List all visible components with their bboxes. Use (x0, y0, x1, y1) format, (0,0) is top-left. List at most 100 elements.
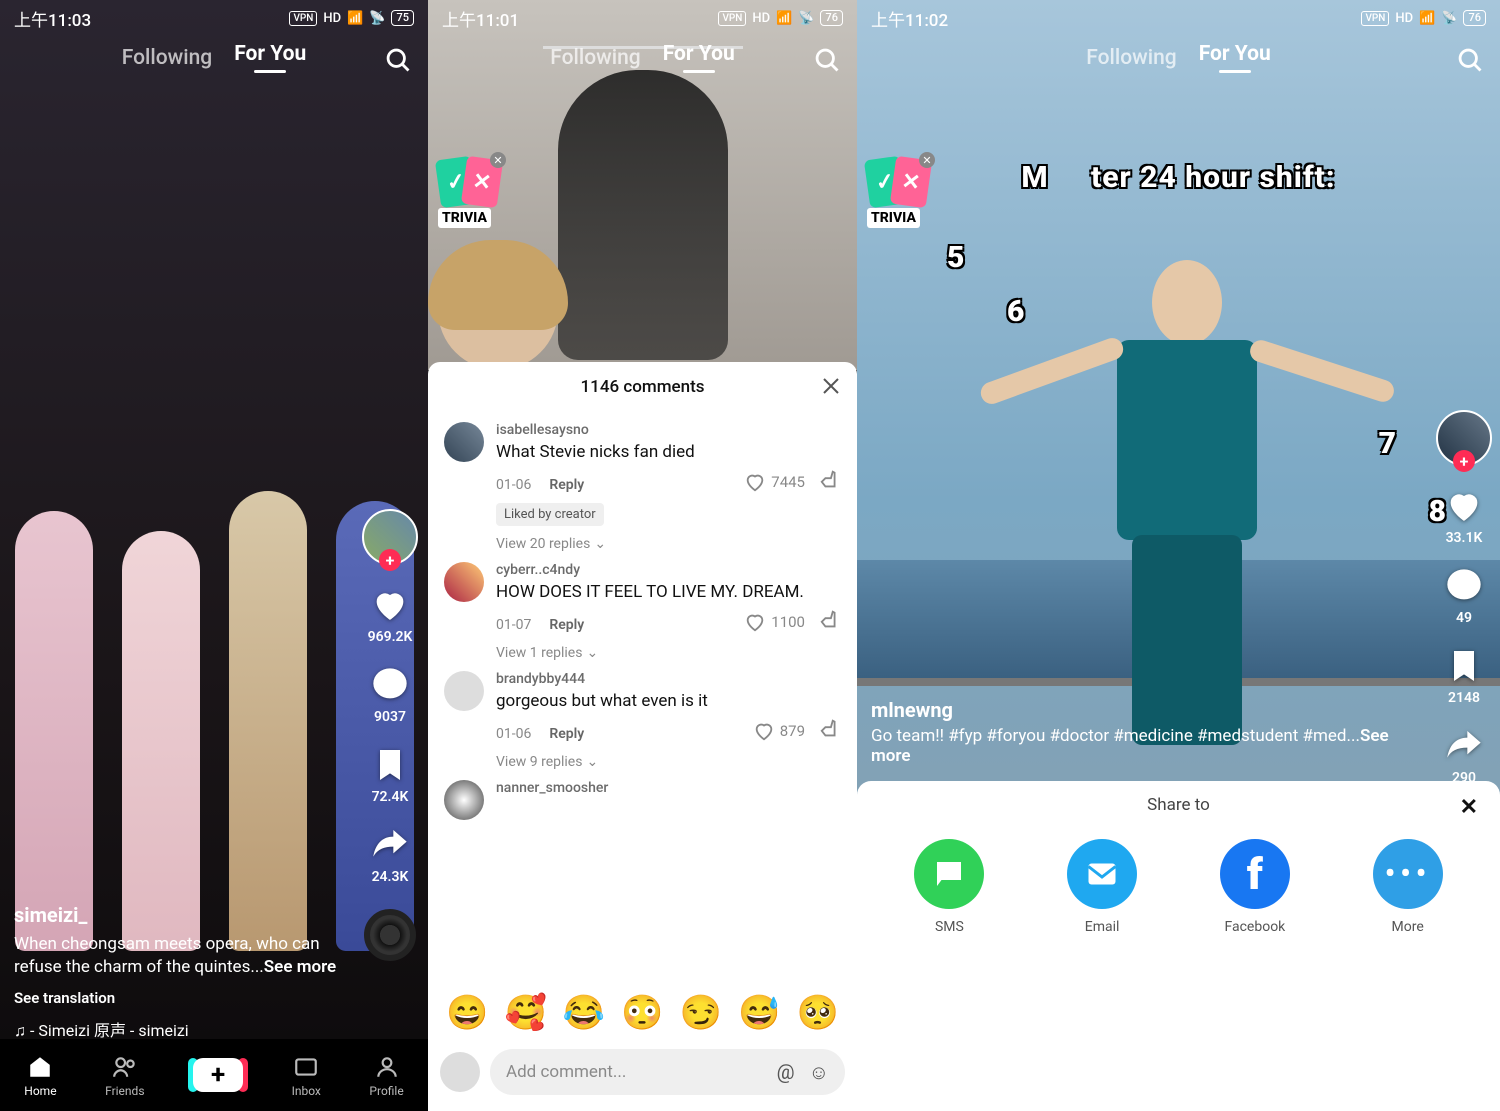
username[interactable]: mlnewng (871, 698, 1400, 722)
share-button[interactable]: 24.3K (368, 823, 412, 885)
comment-dislike-button[interactable] (819, 609, 841, 635)
follow-plus-icon[interactable]: + (379, 549, 401, 571)
commenter-avatar[interactable] (444, 780, 484, 820)
bookmark-icon (1442, 644, 1486, 688)
emoji-option[interactable]: 🥰 (504, 993, 546, 1033)
like-button[interactable]: 33.1K (1442, 484, 1486, 546)
close-icon[interactable]: ✕ (1460, 795, 1478, 820)
mention-icon[interactable]: @ (777, 1060, 795, 1085)
more-icon: ••• (1373, 839, 1443, 909)
bottom-nav: Home Friends + Inbox Profile (0, 1039, 428, 1111)
search-icon[interactable] (1456, 46, 1484, 78)
comment-button[interactable]: 9037 (368, 663, 412, 725)
status-bar: 上午11:03 VPN HD 📶 📡 75 (0, 0, 428, 36)
commenter-avatar[interactable] (444, 562, 484, 602)
commenter-avatar[interactable] (444, 671, 484, 711)
view-replies[interactable]: View 1 replies ⌄ (496, 645, 841, 661)
commenter-username[interactable]: brandybby444 (496, 671, 841, 687)
signal-icon: 📶 (1419, 11, 1435, 26)
vpn-icon: VPN (718, 11, 746, 26)
nav-home[interactable]: Home (24, 1053, 56, 1098)
comment-date: 01-06 (496, 726, 531, 742)
tab-for-you[interactable]: For You (663, 42, 735, 73)
phone-screen-c: 上午11:02 VPN HD 📶 📡 76 Following For You … (857, 0, 1500, 1111)
view-replies[interactable]: View 20 replies ⌄ (496, 536, 841, 552)
save-button[interactable]: 72.4K (368, 743, 412, 805)
tab-following[interactable]: Following (122, 46, 212, 70)
self-avatar[interactable] (440, 1052, 480, 1092)
share-option-email[interactable]: Email (1067, 839, 1137, 935)
comment-item: nanner_smoosher (428, 770, 857, 820)
nav-friends[interactable]: Friends (105, 1053, 144, 1098)
save-count: 2148 (1448, 690, 1480, 706)
search-icon[interactable] (384, 46, 412, 78)
comment-button[interactable]: 49 (1442, 564, 1486, 626)
friends-icon (111, 1053, 139, 1081)
reply-button[interactable]: Reply (549, 617, 584, 633)
wifi-icon: 📡 (369, 11, 385, 26)
emoji-picker-icon[interactable]: ☺ (809, 1060, 829, 1085)
emoji-option[interactable]: 😏 (680, 993, 722, 1033)
comment-text: What Stevie nicks fan died (496, 441, 841, 463)
username[interactable]: simeizi_ (14, 903, 338, 927)
share-count: 24.3K (372, 869, 409, 885)
home-icon (26, 1053, 54, 1081)
creator-avatar[interactable]: + (1436, 410, 1492, 466)
trivia-close-icon[interactable]: ✕ (490, 152, 506, 168)
emoji-option[interactable]: 😳 (621, 993, 663, 1033)
tab-following[interactable]: Following (1086, 46, 1176, 70)
see-translation[interactable]: See translation (14, 989, 338, 1007)
emoji-option[interactable]: 😅 (738, 993, 780, 1033)
person (438, 250, 558, 370)
comment-like-button[interactable]: 1100 (744, 611, 805, 633)
emoji-option[interactable]: 😂 (563, 993, 605, 1033)
comment-dislike-button[interactable] (819, 469, 841, 495)
caption-text: Go team!! #fyp #foryou #doctor #medicine… (871, 726, 1400, 766)
tab-for-you[interactable]: For You (1199, 42, 1271, 73)
trivia-close-icon[interactable]: ✕ (919, 152, 935, 168)
comment-item: isabellesaysno What Stevie nicks fan die… (428, 412, 857, 552)
view-replies[interactable]: View 9 replies ⌄ (496, 754, 841, 770)
like-button[interactable]: 969.2K (368, 583, 413, 645)
nav-create[interactable]: + (193, 1058, 243, 1092)
music-track[interactable]: ♫ - Simeizi 原声 - simeizi (14, 1017, 338, 1041)
comment-like-button[interactable]: 879 (753, 720, 805, 742)
hd-icon: HD (1395, 11, 1413, 26)
comment-dislike-button[interactable] (819, 718, 841, 744)
share-option-sms[interactable]: SMS (914, 839, 984, 935)
commenter-avatar[interactable] (444, 422, 484, 462)
commenter-username[interactable]: nanner_smoosher (496, 780, 841, 796)
status-time: 上午11:03 (14, 6, 91, 31)
share-option-facebook[interactable]: f Facebook (1220, 839, 1290, 935)
tab-following[interactable]: Following (550, 46, 640, 70)
add-comment-input[interactable]: Add comment... @ ☺ (490, 1049, 845, 1095)
commenter-username[interactable]: cyberr..c4ndy (496, 562, 841, 578)
trivia-badge[interactable]: ✓ ✕ ✕ TRIVIA (438, 158, 500, 228)
reply-button[interactable]: Reply (549, 477, 584, 493)
nav-profile[interactable]: Profile (369, 1053, 403, 1098)
close-icon[interactable] (819, 374, 843, 398)
trivia-badge[interactable]: ✓ ✕ ✕ TRIVIA (867, 158, 929, 228)
comment-like-button[interactable]: 7445 (744, 471, 805, 493)
emoji-option[interactable]: 😄 (446, 993, 488, 1033)
sound-disc[interactable] (364, 909, 416, 961)
commenter-username[interactable]: isabellesaysno (496, 422, 841, 438)
share-option-more[interactable]: ••• More (1373, 839, 1443, 935)
reply-button[interactable]: Reply (549, 726, 584, 742)
save-count: 72.4K (372, 789, 409, 805)
hd-icon: HD (752, 11, 770, 26)
tab-for-you[interactable]: For You (234, 42, 306, 73)
status-bar: 上午11:01 VPN HD 📶 📡 76 (428, 0, 857, 36)
share-button[interactable]: 290 (1442, 724, 1486, 786)
see-more[interactable]: See more (264, 957, 336, 977)
top-nav: Following For You (428, 42, 857, 73)
emoji-option[interactable]: 🥺 (797, 993, 839, 1033)
comments-list[interactable]: isabellesaysno What Stevie nicks fan die… (428, 412, 857, 985)
battery-icon: 75 (391, 10, 414, 26)
follow-plus-icon[interactable]: + (1453, 450, 1475, 472)
save-button[interactable]: 2148 (1442, 644, 1486, 706)
nav-inbox[interactable]: Inbox (292, 1053, 321, 1098)
emoji-quick-row: 😄 🥰 😂 😳 😏 😅 🥺 (428, 985, 857, 1041)
search-icon[interactable] (813, 46, 841, 78)
creator-avatar[interactable]: + (362, 509, 418, 565)
